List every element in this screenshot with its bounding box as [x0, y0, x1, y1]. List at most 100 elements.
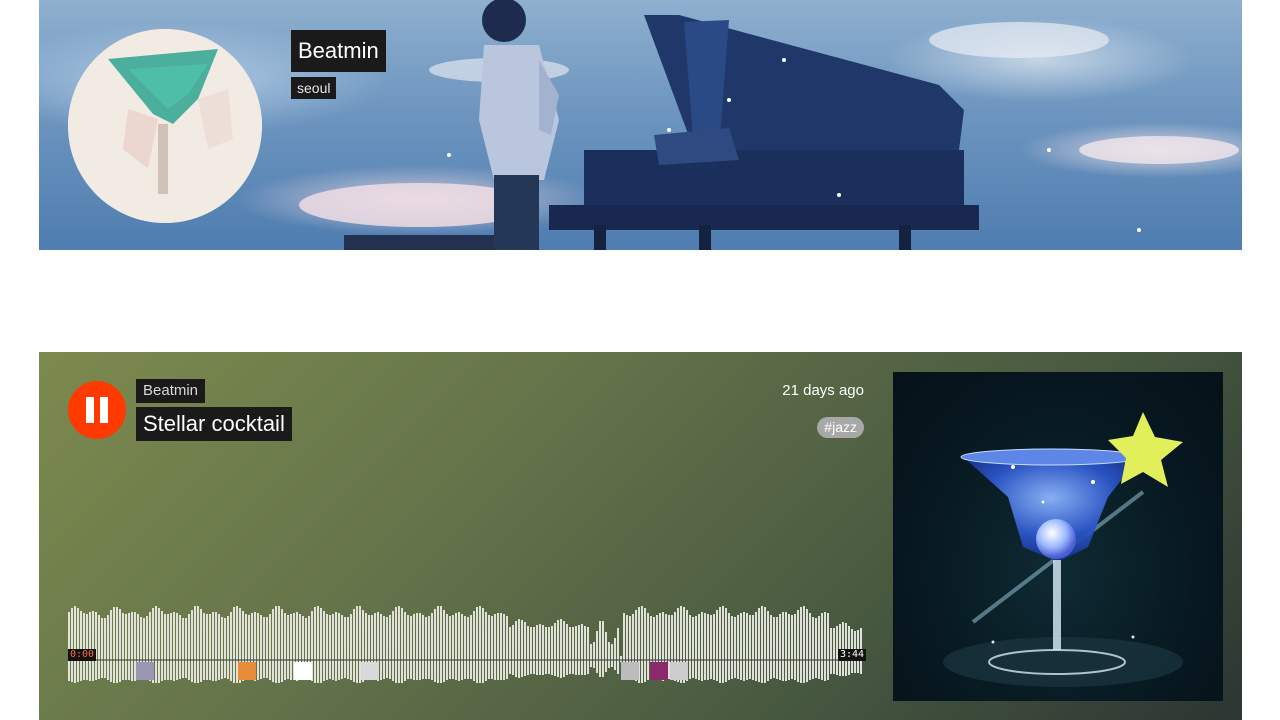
waveform-bar: [281, 609, 283, 682]
waveform-bar: [425, 617, 427, 679]
waveform-bar: [461, 614, 463, 680]
waveform-bar: [287, 615, 289, 679]
profile-name[interactable]: Beatmin: [291, 30, 386, 72]
waveform-bar: [326, 614, 328, 680]
waveform-bar: [611, 644, 613, 667]
waveform-bar: [278, 606, 280, 683]
waveform-bar: [746, 613, 748, 680]
waveform-bar: [335, 612, 337, 681]
waveform[interactable]: [68, 592, 864, 692]
comment-avatar[interactable]: [650, 662, 668, 680]
waveform-bar: [515, 621, 517, 677]
waveform-bar: [779, 614, 781, 680]
posted-time: 21 days ago: [782, 382, 864, 399]
waveform-bar: [191, 610, 193, 682]
waveform-bar: [419, 613, 421, 680]
waveform-bar: [455, 613, 457, 680]
waveform-bar: [359, 606, 361, 683]
waveform-bar: [833, 628, 835, 674]
waveform-bar: [263, 617, 265, 678]
waveform-bar: [533, 627, 535, 674]
waveform-bar: [542, 625, 544, 675]
waveform-bar: [206, 614, 208, 680]
waveform-bar: [122, 613, 124, 680]
waveform-bar: [344, 617, 346, 678]
waveform-bar: [599, 621, 601, 677]
waveform-bar: [116, 607, 118, 683]
waveform-bar: [266, 617, 268, 678]
waveform-bar: [71, 608, 73, 682]
track-username[interactable]: Beatmin: [136, 379, 206, 403]
waveform-bar: [80, 611, 82, 681]
waveform-bar: [737, 615, 739, 679]
waveform-bar: [332, 614, 334, 680]
waveform-bar: [416, 613, 418, 680]
waveform-bar: [158, 608, 160, 683]
comment-avatar[interactable]: [136, 662, 154, 680]
waveform-bar: [596, 631, 598, 673]
waveform-bar: [170, 613, 172, 680]
comment-avatar[interactable]: [238, 662, 256, 680]
track-title[interactable]: Stellar cocktail: [136, 407, 292, 441]
waveform-bar: [185, 618, 187, 678]
waveform-bar: [500, 613, 502, 680]
waveform-bar: [503, 614, 505, 680]
waveform-bar: [227, 616, 229, 679]
genre-tag[interactable]: #jazz: [817, 417, 864, 438]
profile-avatar[interactable]: [68, 29, 262, 223]
waveform-bar: [557, 620, 559, 677]
comment-avatar[interactable]: [361, 662, 379, 680]
waveform-bar: [521, 620, 523, 677]
waveform-bar: [428, 616, 430, 679]
waveform-bar: [716, 610, 718, 681]
waveform-bar: [725, 608, 727, 682]
waveform-bar: [608, 642, 610, 668]
waveform-bar: [731, 616, 733, 679]
waveform-bar: [275, 606, 277, 683]
waveform-bar: [86, 614, 88, 680]
waveform-bar: [89, 612, 91, 681]
comment-avatar[interactable]: [670, 662, 688, 680]
comment-avatar[interactable]: [621, 662, 639, 680]
waveform-bar: [614, 638, 616, 670]
pause-icon: [86, 397, 94, 423]
waveform-bar: [776, 617, 778, 679]
waveform-bar: [329, 615, 331, 679]
waveform-bar: [575, 626, 577, 675]
waveform-bar: [155, 606, 157, 683]
waveform-bar: [641, 606, 643, 683]
waveform-bar: [545, 627, 547, 674]
waveform-bar: [482, 608, 484, 683]
waveform-bar: [494, 614, 496, 680]
waveform-bar: [209, 614, 211, 680]
genre-tag-label: jazz: [832, 419, 857, 435]
waveform-bar: [644, 608, 646, 682]
waveform-bar: [317, 606, 319, 683]
waveform-bar: [431, 613, 433, 680]
waveform-bar: [260, 615, 262, 679]
waveform-bar: [722, 606, 724, 683]
waveform-bar: [188, 614, 190, 680]
waveform-bar: [572, 627, 574, 674]
avatar-image: [68, 29, 262, 223]
waveform-bar: [818, 616, 820, 679]
waveform-bar: [464, 616, 466, 679]
waveform-bar: [740, 613, 742, 680]
waveform-bar: [800, 607, 802, 683]
waveform-bar: [809, 613, 811, 680]
waveform-bar: [497, 613, 499, 680]
waveform-bar: [269, 614, 271, 680]
waveform-bar: [458, 612, 460, 681]
waveform-bar: [467, 617, 469, 679]
waveform-bar: [383, 616, 385, 679]
waveform-bar: [107, 615, 109, 680]
pause-button[interactable]: [68, 381, 126, 439]
track-artwork[interactable]: [893, 372, 1223, 701]
waveform-bar: [257, 613, 259, 680]
waveform-bar: [470, 615, 472, 679]
waveform-bar: [704, 613, 706, 680]
comment-avatar[interactable]: [294, 662, 312, 680]
waveform-bar: [392, 611, 394, 681]
waveform-bar: [605, 632, 607, 672]
waveform-bar: [272, 609, 274, 682]
